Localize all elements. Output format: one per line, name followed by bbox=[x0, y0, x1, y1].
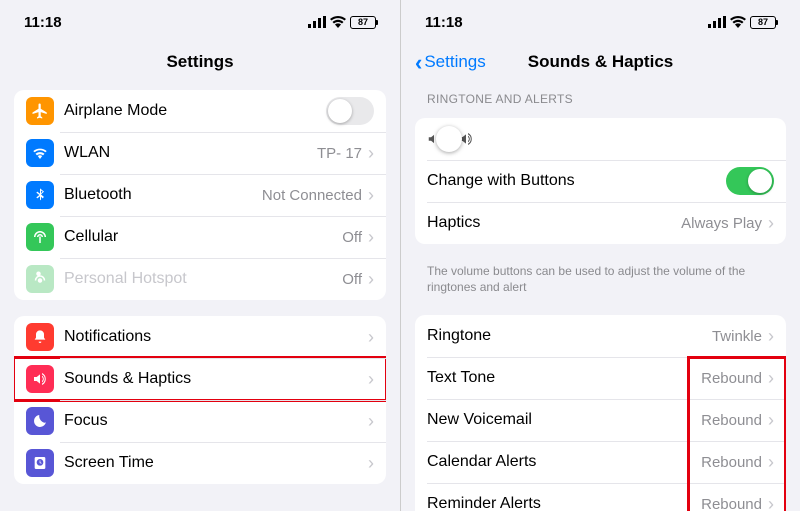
row-label: Focus bbox=[64, 412, 368, 430]
row-label: Ringtone bbox=[427, 327, 712, 345]
row-label: Notifications bbox=[64, 328, 368, 346]
row-label: Sounds & Haptics bbox=[64, 370, 368, 388]
row-hotspot: Personal Hotspot Off › bbox=[14, 258, 386, 300]
chevron-right-icon: › bbox=[368, 185, 374, 206]
row-label: Haptics bbox=[427, 214, 681, 232]
sounds-list-group: Ringtone Twinkle › Text Tone Rebound › N… bbox=[415, 315, 786, 511]
change-buttons-toggle[interactable] bbox=[726, 167, 774, 195]
page-title: ‹ Settings Sounds & Haptics bbox=[401, 44, 800, 84]
row-haptics[interactable]: Haptics Always Play › bbox=[415, 202, 786, 244]
wifi-icon bbox=[330, 16, 346, 28]
chevron-right-icon: › bbox=[368, 143, 374, 164]
cellular-signal-icon bbox=[308, 16, 326, 28]
row-value: Always Play bbox=[681, 215, 762, 232]
row-text-tone[interactable]: Text Tone Rebound › bbox=[415, 357, 786, 399]
row-screen-time[interactable]: Screen Time › bbox=[14, 442, 386, 484]
chevron-right-icon: › bbox=[368, 453, 374, 474]
chevron-right-icon: › bbox=[368, 411, 374, 432]
wifi-icon bbox=[730, 16, 746, 28]
status-bar: 11:18 87 bbox=[0, 0, 400, 44]
status-icons: 87 bbox=[308, 16, 376, 29]
row-label: Screen Time bbox=[64, 454, 368, 472]
status-time: 11:18 bbox=[425, 14, 463, 31]
row-label: Cellular bbox=[64, 228, 342, 246]
row-ringtone[interactable]: Ringtone Twinkle › bbox=[415, 315, 786, 357]
row-reminder-alerts[interactable]: Reminder Alerts Rebound › bbox=[415, 483, 786, 511]
row-change-with-buttons[interactable]: Change with Buttons bbox=[415, 160, 786, 202]
row-value: Rebound bbox=[701, 454, 762, 471]
chevron-right-icon: › bbox=[768, 368, 774, 389]
settings-group-connectivity: Airplane Mode WLAN TP- 17 › Bluetooth No… bbox=[14, 90, 386, 300]
row-label: Bluetooth bbox=[64, 186, 262, 204]
chevron-right-icon: › bbox=[768, 213, 774, 234]
settings-group-general: Notifications › Sounds & Haptics › Focus… bbox=[14, 316, 386, 484]
row-cellular[interactable]: Cellular Off › bbox=[14, 216, 386, 258]
chevron-left-icon: ‹ bbox=[415, 54, 422, 71]
page-title: Settings bbox=[0, 44, 400, 84]
row-value: Rebound bbox=[701, 496, 762, 511]
chevron-right-icon: › bbox=[768, 494, 774, 511]
bluetooth-icon bbox=[26, 181, 54, 209]
row-label: Calendar Alerts bbox=[427, 453, 701, 471]
chevron-right-icon: › bbox=[768, 410, 774, 431]
row-wlan[interactable]: WLAN TP- 17 › bbox=[14, 132, 386, 174]
row-label: Reminder Alerts bbox=[427, 495, 701, 511]
row-label: Text Tone bbox=[427, 369, 701, 387]
ringtone-alerts-group: Change with Buttons Haptics Always Play … bbox=[415, 118, 786, 244]
screen-time-icon bbox=[26, 449, 54, 477]
chevron-right-icon: › bbox=[768, 326, 774, 347]
row-bluetooth[interactable]: Bluetooth Not Connected › bbox=[14, 174, 386, 216]
row-label: Airplane Mode bbox=[64, 102, 326, 120]
hotspot-icon bbox=[26, 265, 54, 293]
row-new-voicemail[interactable]: New Voicemail Rebound › bbox=[415, 399, 786, 441]
row-value: Rebound bbox=[701, 412, 762, 429]
notifications-icon bbox=[26, 323, 54, 351]
chevron-right-icon: › bbox=[368, 327, 374, 348]
chevron-right-icon: › bbox=[368, 269, 374, 290]
focus-icon bbox=[26, 407, 54, 435]
row-focus[interactable]: Focus › bbox=[14, 400, 386, 442]
row-notifications[interactable]: Notifications › bbox=[14, 316, 386, 358]
battery-icon: 87 bbox=[350, 16, 376, 29]
row-label: Personal Hotspot bbox=[64, 270, 342, 288]
chevron-right-icon: › bbox=[368, 227, 374, 248]
row-airplane-mode[interactable]: Airplane Mode bbox=[14, 90, 386, 132]
status-icons: 87 bbox=[708, 16, 776, 29]
sounds-icon bbox=[26, 365, 54, 393]
chevron-right-icon: › bbox=[368, 369, 374, 390]
footer-note: The volume buttons can be used to adjust… bbox=[401, 260, 800, 309]
row-value: TP- 17 bbox=[317, 145, 362, 162]
row-label: New Voicemail bbox=[427, 411, 701, 429]
volume-thumb[interactable] bbox=[436, 126, 462, 152]
back-label: Settings bbox=[424, 52, 485, 72]
row-sounds-haptics[interactable]: Sounds & Haptics › bbox=[14, 358, 386, 400]
row-value: Twinkle bbox=[712, 328, 762, 345]
sounds-haptics-screen: 11:18 87 ‹ Settings Sounds & Haptics RIN… bbox=[400, 0, 800, 511]
status-bar: 11:18 87 bbox=[401, 0, 800, 44]
airplane-toggle[interactable] bbox=[326, 97, 374, 125]
row-calendar-alerts[interactable]: Calendar Alerts Rebound › bbox=[415, 441, 786, 483]
settings-screen: 11:18 87 Settings Airplane Mode bbox=[0, 0, 400, 511]
battery-icon: 87 bbox=[750, 16, 776, 29]
row-value: Off bbox=[342, 229, 362, 246]
back-button[interactable]: ‹ Settings bbox=[415, 52, 486, 72]
volume-slider-row[interactable] bbox=[415, 118, 786, 160]
row-value: Off bbox=[342, 271, 362, 288]
row-label: WLAN bbox=[64, 144, 317, 162]
section-header: RINGTONE AND ALERTS bbox=[401, 84, 800, 112]
row-value: Rebound bbox=[701, 370, 762, 387]
battery-level: 87 bbox=[350, 16, 376, 29]
airplane-icon bbox=[26, 97, 54, 125]
row-label: Change with Buttons bbox=[427, 172, 726, 190]
battery-level: 87 bbox=[750, 16, 776, 29]
wifi-settings-icon bbox=[26, 139, 54, 167]
cellular-icon bbox=[26, 223, 54, 251]
cellular-signal-icon bbox=[708, 16, 726, 28]
chevron-right-icon: › bbox=[768, 452, 774, 473]
status-time: 11:18 bbox=[24, 14, 62, 31]
row-value: Not Connected bbox=[262, 187, 362, 204]
